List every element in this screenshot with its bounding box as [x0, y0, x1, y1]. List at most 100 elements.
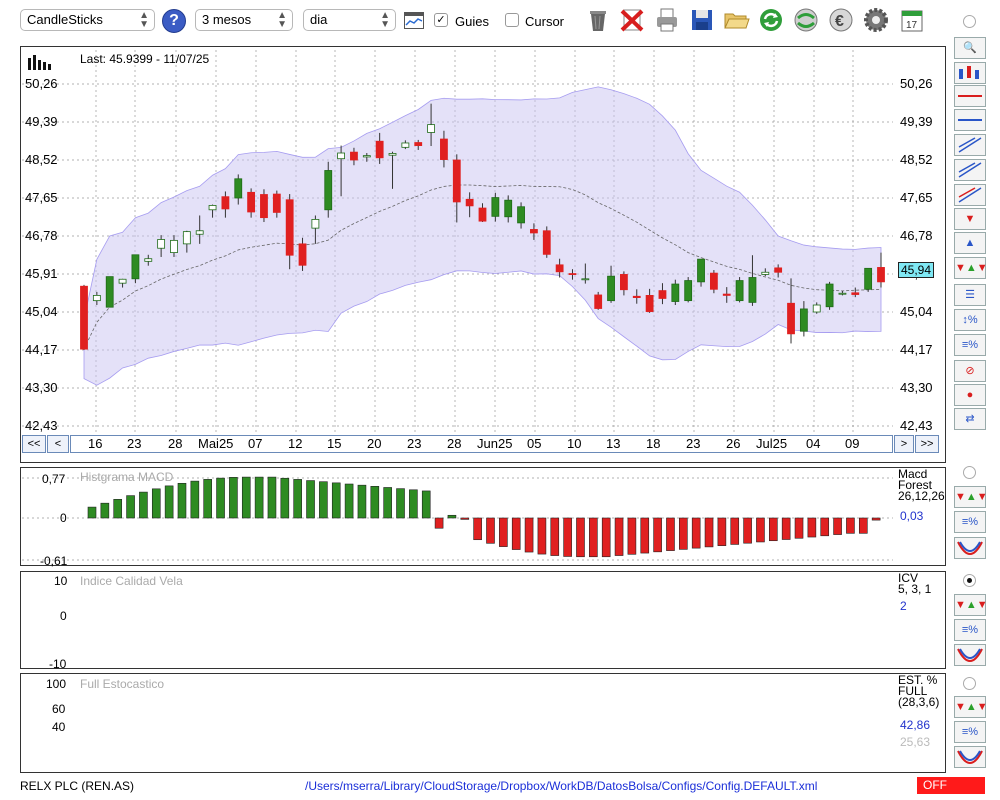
macd-bar: [640, 517, 650, 554]
stoch-y-60: 60: [52, 702, 66, 716]
macd-bar: [576, 517, 585, 558]
macd-bar: [126, 495, 135, 519]
candles-button[interactable]: [954, 62, 986, 84]
lines-icon: ☰: [965, 289, 975, 301]
macd-bar: [306, 480, 315, 519]
macd-bar: [229, 477, 238, 519]
macd-bar: [486, 517, 495, 544]
macd-bar: [396, 488, 405, 519]
percent-lines-button[interactable]: ≡%: [954, 334, 986, 356]
macd-bar: [858, 517, 868, 534]
icv-panel-radio[interactable]: [963, 574, 976, 587]
icv-value: 2: [900, 599, 907, 613]
stoch-signals-button[interactable]: ▼▲▼: [954, 696, 988, 718]
stoch-params: (28,3,6): [898, 695, 940, 709]
config-path-link[interactable]: /Users/mserra/Library/CloudStorage/Dropb…: [305, 779, 817, 793]
macd-bar: [871, 517, 881, 521]
macd-bar: [319, 481, 328, 519]
trendline-icon: [955, 160, 985, 187]
macd-curve-button[interactable]: [954, 537, 986, 559]
macd-bar: [100, 502, 110, 519]
arrow-down-icon: ▼: [964, 213, 976, 225]
swap-icon: ⇄: [965, 413, 975, 425]
macd-bar: [164, 485, 174, 519]
arrow-up-icon: ▲: [964, 237, 976, 249]
macd-curve-icon: [955, 538, 985, 565]
macd-bar: [190, 480, 200, 519]
macd-panel-radio[interactable]: [963, 466, 976, 479]
percent-range-button[interactable]: ↕%: [954, 309, 986, 331]
percent-range-icon: ↕%: [962, 314, 978, 326]
macd-percent-button[interactable]: ≡%: [954, 511, 986, 533]
macd-bar: [679, 517, 688, 550]
channel-button[interactable]: [954, 134, 986, 156]
icv-signals-button[interactable]: ▼▲▼: [954, 594, 988, 616]
macd-bar: [794, 517, 804, 539]
horizontal-line-blue-button[interactable]: [954, 109, 986, 131]
macd-bar: [781, 517, 791, 540]
macd-bar: [113, 499, 123, 519]
macd-bar: [203, 479, 212, 519]
stoch-curve-button[interactable]: [954, 746, 986, 768]
macd-bar: [499, 517, 508, 547]
macd-signals-button[interactable]: ▼▲▼: [954, 486, 988, 508]
stoch-y-40: 40: [52, 720, 66, 734]
macd-bar: [434, 517, 444, 529]
icv-curve-button[interactable]: [954, 644, 986, 666]
macd-bar: [524, 517, 534, 553]
macd-bar: [589, 517, 598, 558]
macd-bar: [139, 491, 148, 519]
icv-percent-button[interactable]: ≡%: [954, 619, 986, 641]
macd-bar: [601, 517, 611, 558]
macd-percent-icon: ≡%: [961, 516, 979, 528]
macd-params: 26,12,26: [898, 489, 945, 503]
macd-bar: [409, 489, 418, 519]
macd-bar: [537, 517, 547, 555]
stoch-panel-radio[interactable]: [963, 677, 976, 690]
macd-bar: [511, 517, 521, 550]
macd-y-bottom: -0,61: [40, 554, 68, 568]
macd-bar: [447, 514, 457, 519]
macd-bar: [666, 517, 675, 551]
arrow-down-button[interactable]: ▼: [954, 208, 986, 230]
channel-icon: [955, 135, 985, 162]
macd-bar: [704, 517, 714, 548]
macd-bar: [460, 517, 470, 520]
macd-bar: [833, 517, 842, 535]
trendline-button[interactable]: [954, 159, 986, 181]
main-panel-radio[interactable]: [963, 15, 976, 28]
record-button[interactable]: ●: [954, 384, 986, 406]
lines-button[interactable]: ☰: [954, 284, 986, 306]
stop-button[interactable]: ⊘: [954, 360, 986, 382]
macd-bar: [820, 517, 830, 537]
stoch-y-100: 100: [46, 677, 67, 691]
icv-title: Indice Calidad Vela: [80, 574, 183, 588]
icv-curve-icon: [955, 645, 985, 672]
horizontal-line-red-button[interactable]: [954, 85, 986, 107]
macd-y-zero: 0: [60, 511, 67, 525]
signals-icon: ▼▲▼: [955, 262, 988, 274]
macd-bar: [550, 517, 560, 556]
macd-title: Histgrama MACD: [80, 470, 174, 484]
macd-bar: [769, 517, 778, 542]
macd-bar: [370, 486, 380, 519]
macd-bar: [756, 517, 765, 543]
macd-y-top: 0,77: [42, 472, 66, 486]
swap-button[interactable]: ⇄: [954, 408, 986, 430]
stoch-percent-button[interactable]: ≡%: [954, 721, 986, 743]
signals-button[interactable]: ▼▲▼: [954, 257, 988, 279]
macd-bar: [614, 517, 624, 556]
macd-bar: [267, 476, 277, 519]
macd-bar: [344, 483, 354, 519]
macd-bar: [87, 506, 97, 519]
macd-bar: [653, 517, 662, 553]
stop-icon: ⊘: [965, 365, 975, 377]
zoom-button[interactable]: 🔍: [954, 37, 986, 59]
macd-bar: [177, 482, 187, 519]
zoom-icon: 🔍: [963, 42, 977, 54]
fibonacci-button[interactable]: [954, 184, 986, 206]
macd-bar: [280, 477, 290, 519]
icv-y-zero: 0: [60, 609, 67, 623]
ticker-label: RELX PLC (REN.AS): [20, 779, 135, 793]
arrow-up-button[interactable]: ▲: [954, 232, 986, 254]
